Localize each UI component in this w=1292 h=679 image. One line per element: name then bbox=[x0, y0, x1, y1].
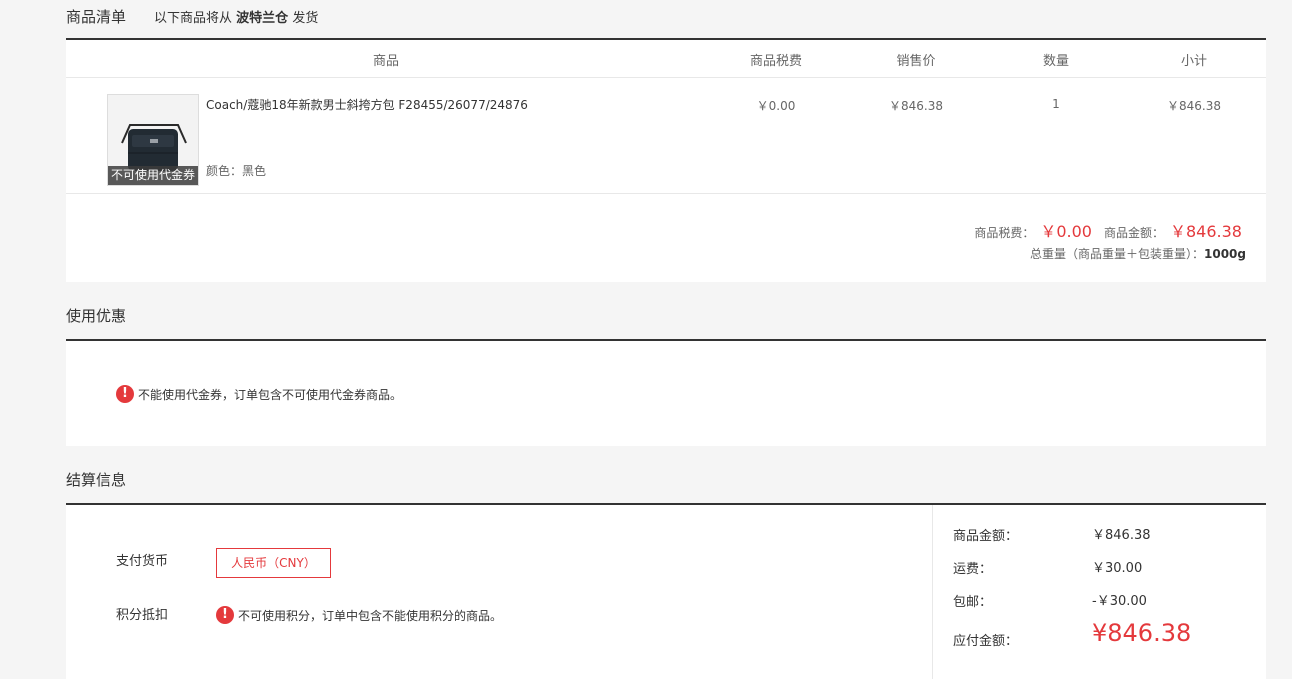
goods-summary: 商品税费： ￥0.00 商品金额： ￥846.38 bbox=[974, 218, 1242, 242]
goods-panel: 商品 商品税费 销售价 数量 小计 不可使用代金券 Coach/蔻驰18年新款男… bbox=[66, 38, 1266, 282]
payable-value: ¥846.38 bbox=[1092, 619, 1192, 647]
goods-table-header: 商品 商品税费 销售价 数量 小计 bbox=[66, 40, 1266, 78]
goods-section-title: 商品清单 bbox=[66, 8, 127, 26]
summary-amount-value: ￥846.38 bbox=[1170, 222, 1242, 241]
points-label: 积分抵扣 bbox=[116, 608, 169, 623]
settle-section-title: 结算信息 bbox=[66, 471, 127, 489]
summary-amount-label: 商品金额： bbox=[1103, 226, 1164, 240]
weight-value: 1000g bbox=[1204, 247, 1246, 261]
ship-prefix: 以下商品将从 bbox=[154, 11, 233, 26]
exclamation-circle-icon: ! bbox=[216, 606, 234, 624]
coupon-panel: ! 不能使用代金券，订单包含不可使用代金券商品。 bbox=[66, 339, 1266, 446]
no-coupon-badge: 不可使用代金券 bbox=[108, 166, 198, 185]
coupon-warning: ! 不能使用代金券，订单包含不可使用代金券商品。 bbox=[116, 385, 402, 403]
exclamation-circle-icon: ! bbox=[116, 385, 134, 403]
col-price: 销售价 bbox=[896, 54, 936, 69]
shipping-value: ￥30.00 bbox=[1092, 561, 1143, 576]
currency-option-cny[interactable]: 人民币（CNY） bbox=[216, 548, 331, 578]
weight-label: 总重量（商品重量＋包装重量）： bbox=[1029, 247, 1204, 261]
shipping-label: 运费： bbox=[953, 562, 993, 577]
warehouse-name: 波特兰仓 bbox=[236, 11, 289, 26]
ship-suffix: 发货 bbox=[292, 11, 319, 26]
settle-amount-value: ￥846.38 bbox=[1092, 528, 1151, 543]
item-tax: ￥0.00 bbox=[756, 99, 796, 113]
product-color: 颜色：黑色 bbox=[206, 164, 267, 178]
col-tax: 商品税费 bbox=[749, 54, 802, 69]
weight-summary: 总重量（商品重量＋包装重量）：1000g bbox=[1030, 245, 1246, 262]
payable-label: 应付金额： bbox=[953, 634, 1019, 649]
col-subtotal: 小计 bbox=[1180, 54, 1207, 69]
product-name[interactable]: Coach/蔻驰18年新款男士斜挎方包 F28455/26077/24876 bbox=[206, 96, 528, 113]
coupon-section-title: 使用优惠 bbox=[66, 307, 127, 325]
item-subtotal: ￥846.38 bbox=[1167, 99, 1221, 113]
points-warning-text: 不可使用积分，订单中包含不能使用积分的商品。 bbox=[238, 608, 503, 623]
coupon-warning-text: 不能使用代金券，订单包含不可使用代金券商品。 bbox=[138, 387, 403, 402]
currency-label: 支付货币 bbox=[116, 554, 169, 569]
free-shipping-value: -￥30.00 bbox=[1092, 594, 1147, 609]
product-thumbnail[interactable]: 不可使用代金券 bbox=[107, 94, 199, 186]
free-shipping-label: 包邮： bbox=[953, 595, 993, 610]
summary-tax-label: 商品税费： bbox=[974, 226, 1035, 240]
divider bbox=[66, 193, 1266, 194]
item-qty: 1 bbox=[1052, 97, 1060, 111]
col-qty: 数量 bbox=[1042, 54, 1069, 69]
vertical-divider bbox=[932, 505, 933, 679]
col-goods: 商品 bbox=[372, 54, 399, 69]
summary-tax-value: ￥0.00 bbox=[1040, 222, 1092, 241]
settle-panel: 支付货币 人民币（CNY） 积分抵扣 ! 不可使用积分，订单中包含不能使用积分的… bbox=[66, 503, 1266, 679]
points-warning: ! 不可使用积分，订单中包含不能使用积分的商品。 bbox=[216, 606, 502, 624]
ship-info: 以下商品将从 波特兰仓 发货 bbox=[154, 7, 318, 26]
settle-amount-label: 商品金额： bbox=[953, 529, 1019, 544]
item-price: ￥846.38 bbox=[889, 99, 943, 113]
